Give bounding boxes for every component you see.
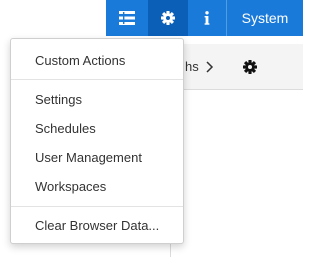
gear-icon[interactable] xyxy=(243,60,257,74)
menu-item-schedules[interactable]: Schedules xyxy=(11,115,183,143)
settings-button[interactable] xyxy=(148,0,188,36)
background-panel: hs xyxy=(170,44,303,257)
chevron-right-icon xyxy=(205,60,215,74)
menu-divider xyxy=(11,206,183,207)
gear-icon xyxy=(161,11,175,25)
system-menu-button[interactable]: System xyxy=(226,0,303,36)
menu-item-workspaces[interactable]: Workspaces xyxy=(11,173,183,201)
menu-item-custom-actions[interactable]: Custom Actions xyxy=(11,47,183,75)
info-button[interactable] xyxy=(188,0,226,36)
panel-toggle-button[interactable] xyxy=(106,0,148,36)
info-icon xyxy=(204,11,210,25)
menu-item-clear-browser-data[interactable]: Clear Browser Data... xyxy=(11,212,183,240)
background-panel-header: hs xyxy=(171,44,303,90)
breadcrumb-fragment: hs xyxy=(185,59,199,74)
menu-item-settings[interactable]: Settings xyxy=(11,86,183,114)
menu-divider xyxy=(11,79,183,80)
settings-dropdown-menu: Custom Actions Settings Schedules User M… xyxy=(10,38,184,244)
panel-list-icon xyxy=(119,11,135,25)
system-label: System xyxy=(241,10,289,26)
app-root: System hs Custom Actions Settings Schedu… xyxy=(0,0,303,257)
menu-item-user-management[interactable]: User Management xyxy=(11,144,183,172)
top-bar: System xyxy=(0,0,303,36)
